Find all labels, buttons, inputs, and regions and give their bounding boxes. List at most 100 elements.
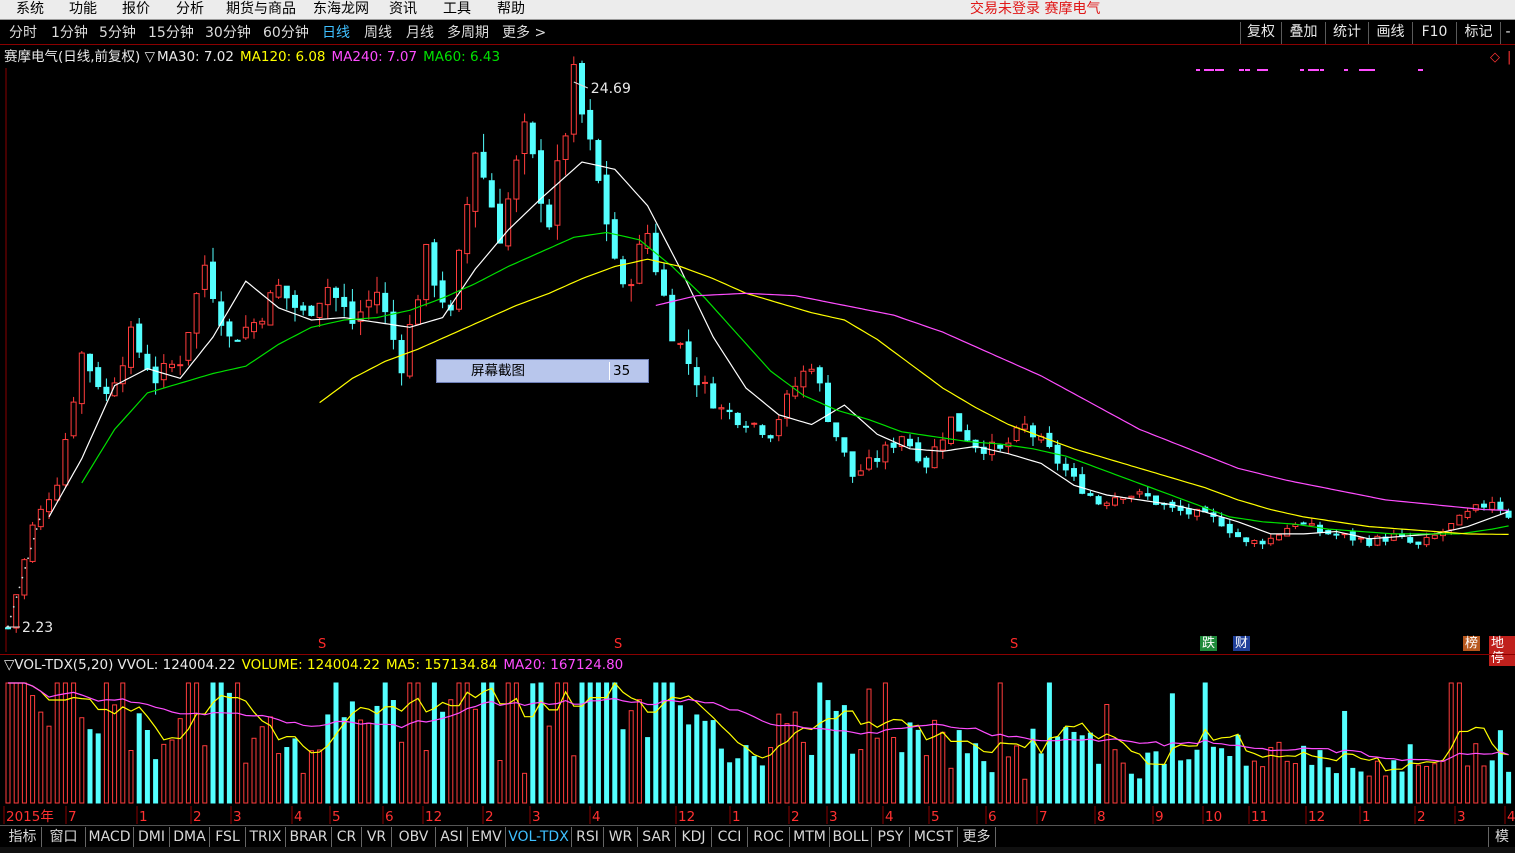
indicator-tab[interactable]: DMI — [134, 827, 170, 847]
volume-bar — [735, 758, 741, 804]
indicator-tab[interactable]: MTM — [790, 827, 830, 847]
indicator-tab[interactable]: FSL — [210, 827, 246, 847]
menu-futures[interactable]: 期货与商品 — [226, 0, 296, 18]
menu-news[interactable]: 资讯 — [389, 0, 417, 18]
indicator-tab[interactable]: KDJ — [676, 827, 712, 847]
indicator-tab[interactable]: CR — [332, 827, 362, 847]
indicator-tab[interactable]: MCST — [910, 827, 958, 847]
volume-chart-panel[interactable]: ▽VOL-TDX(5,20) VVOL: 124004.22 VOLUME: 124… — [0, 654, 1515, 806]
s-marker[interactable]: S — [316, 637, 328, 652]
volume-bar — [71, 682, 77, 804]
period-5min[interactable]: 5分钟 — [99, 24, 136, 42]
toolbar-adjust-button[interactable]: 复权 — [1240, 22, 1281, 44]
volume-bar — [374, 705, 380, 804]
menu-donghai[interactable]: 东海龙网 — [313, 0, 369, 18]
ranking-badge[interactable]: 榜 — [1463, 636, 1481, 651]
candle — [513, 155, 520, 213]
s-marker[interactable]: S — [1008, 637, 1020, 652]
volume-bar — [177, 718, 183, 804]
period-daily[interactable]: 日线 — [322, 24, 350, 42]
period-bar: 分时 1分钟 5分钟 15分钟 30分钟 60分钟 日线 周线 月线 多周期 更… — [0, 21, 1515, 45]
candle — [1071, 462, 1077, 482]
candle — [1235, 528, 1241, 538]
period-60min[interactable]: 60分钟 — [263, 24, 309, 42]
indicator-tab[interactable]: ASI — [436, 827, 468, 847]
period-multi[interactable]: 多周期 — [447, 24, 489, 42]
volume-bar — [1038, 753, 1044, 804]
candle — [554, 144, 561, 240]
price-chart[interactable]: 24.69 2.23 — [0, 46, 1515, 654]
indicator-tab[interactable]: 指标 — [4, 827, 42, 847]
menu-help[interactable]: 帮助 — [497, 0, 525, 18]
volume-bar — [1014, 745, 1020, 804]
indicator-tab[interactable]: RSI — [572, 827, 604, 847]
volume-bar — [1366, 775, 1372, 804]
candle — [1103, 501, 1110, 510]
volume-bar — [423, 750, 429, 804]
toolbar-draw-button[interactable]: 画线 — [1368, 22, 1412, 44]
toolbar-mark-button[interactable]: 标记 — [1456, 22, 1500, 44]
volume-bar — [964, 753, 970, 804]
candle — [1317, 521, 1323, 537]
period-weekly[interactable]: 周线 — [364, 24, 392, 42]
indicator-tab[interactable]: ROC — [748, 827, 790, 847]
date-label: 9 — [1155, 809, 1164, 825]
toolbar-stats-button[interactable]: 统计 — [1325, 22, 1368, 44]
period-30min[interactable]: 30分钟 — [205, 24, 251, 42]
finance-badge[interactable]: 财 — [1233, 636, 1251, 651]
date-label: 10 — [1205, 809, 1222, 825]
indicator-tab[interactable]: MACD — [86, 827, 134, 847]
diamond-icon[interactable]: ◇ — [1488, 50, 1502, 65]
toolbar-auto-button[interactable]: -自 — [1500, 22, 1515, 44]
indicator-tab[interactable]: DMA — [170, 827, 210, 847]
menu-system[interactable]: 系统 — [16, 0, 44, 18]
menu-function[interactable]: 功能 — [69, 0, 97, 18]
candle — [316, 302, 323, 327]
indicator-tab[interactable]: TRIX — [246, 827, 286, 847]
price-chart-panel[interactable]: 24.69 2.23 赛摩电气(日线,前复权) ▽ MA30: 7.02 MA120:… — [0, 46, 1515, 666]
date-label: 6 — [385, 809, 394, 825]
toolbar-overlay-button[interactable]: 叠加 — [1281, 22, 1325, 44]
menu-analysis[interactable]: 分析 — [176, 0, 204, 18]
indicator-tab[interactable]: CCI — [712, 827, 748, 847]
indicator-tab[interactable]: SAR — [638, 827, 676, 847]
date-label: 1 — [732, 809, 741, 825]
volume-bar — [882, 682, 888, 804]
period-1min[interactable]: 1分钟 — [51, 24, 88, 42]
date-label: 12 — [425, 809, 442, 825]
volume-bar — [751, 756, 757, 804]
volume-bar — [677, 705, 683, 804]
menu-tools[interactable]: 工具 — [443, 0, 471, 18]
indicator-tab[interactable]: 窗口 — [42, 827, 86, 847]
volume-bar — [1055, 736, 1061, 804]
period-more[interactable]: 更多 > — [502, 24, 546, 42]
candle — [1038, 433, 1045, 444]
candle — [907, 434, 913, 449]
candle — [685, 329, 692, 375]
date-label: 5 — [332, 809, 341, 825]
volume-bar — [87, 729, 93, 804]
high-price-label: 24.69 — [591, 81, 631, 97]
indicator-tab[interactable]: PSY — [872, 827, 910, 847]
menu-quote[interactable]: 报价 — [122, 0, 150, 18]
period-monthly[interactable]: 月线 — [406, 24, 434, 42]
indicator-tab[interactable]: VR — [362, 827, 392, 847]
candle — [620, 255, 626, 288]
indicator-tab[interactable]: WR — [604, 827, 638, 847]
s-marker[interactable]: S — [612, 637, 624, 652]
indicator-tab[interactable]: EMV — [468, 827, 506, 847]
indicator-tab[interactable]: BOLL — [830, 827, 872, 847]
indicator-tab[interactable]: VOL-TDX — [506, 827, 572, 847]
indicator-tab[interactable]: OBV — [392, 827, 436, 847]
candle — [1136, 488, 1143, 498]
period-15min[interactable]: 15分钟 — [148, 24, 194, 42]
volume-bar — [1506, 771, 1512, 804]
volume-chart[interactable] — [0, 655, 1515, 807]
toolbar-f10-button[interactable]: F10 — [1412, 22, 1456, 44]
indicator-tab[interactable]: 更多 — [958, 827, 996, 847]
volume-bar — [464, 682, 470, 804]
period-tick[interactable]: 分时 — [9, 24, 37, 42]
indicator-tab[interactable]: 模板 — [1488, 827, 1515, 847]
drop-badge[interactable]: 跌 — [1200, 636, 1218, 651]
indicator-tab[interactable]: BRAR — [286, 827, 332, 847]
